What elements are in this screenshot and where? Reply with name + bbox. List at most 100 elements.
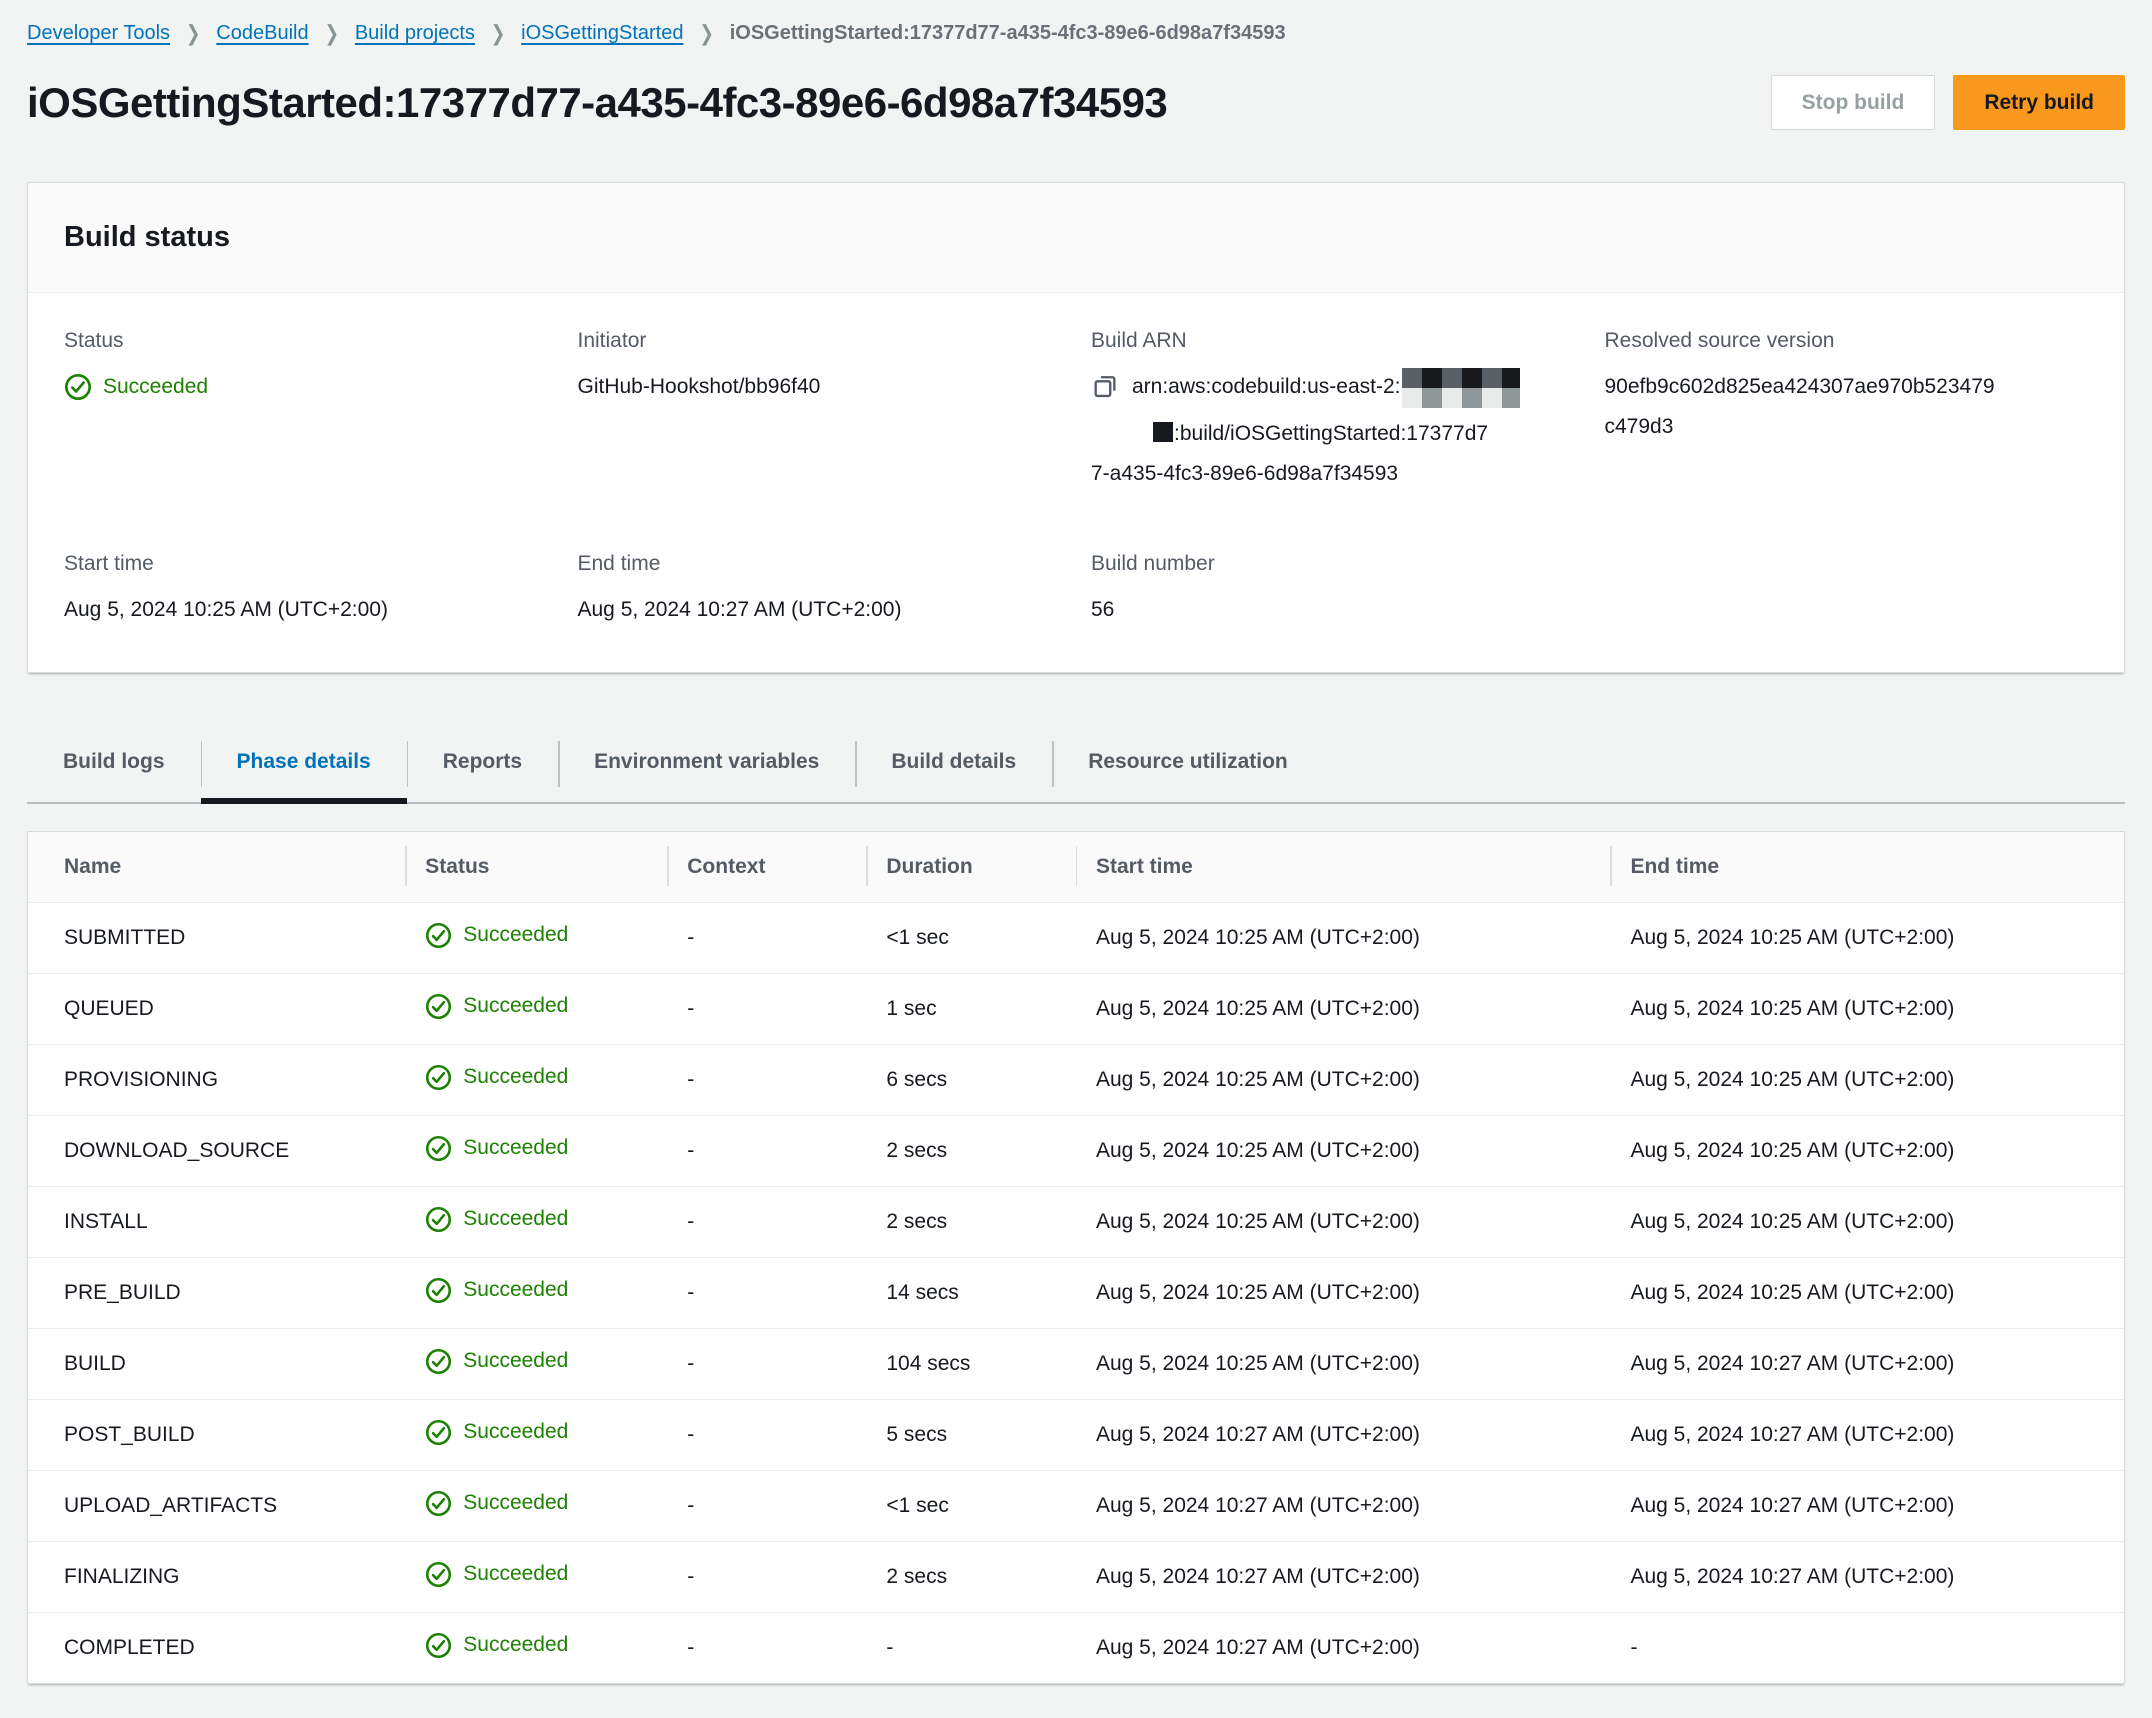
phase-start-time: Aug 5, 2024 10:25 AM (UTC+2:00) (1076, 1187, 1610, 1258)
table-row: BUILD Succeeded - 104 secs Aug 5, 2024 1… (28, 1329, 2124, 1400)
header-actions: Stop build Retry build (1771, 75, 2125, 130)
phase-end-time: Aug 5, 2024 10:25 AM (UTC+2:00) (1610, 1116, 2124, 1187)
phase-status: Succeeded (425, 1419, 568, 1446)
phase-status: Succeeded (425, 1632, 568, 1659)
resolved-source-version-value: 90efb9c602d825ea424307ae970b523479c479d3 (1605, 367, 2000, 447)
table-row: FINALIZING Succeeded - 2 secs Aug 5, 202… (28, 1542, 2124, 1613)
page-header: iOSGettingStarted:17377d77-a435-4fc3-89e… (27, 75, 2125, 130)
phase-status: Succeeded (425, 1064, 568, 1091)
tab-environment-variables[interactable]: Environment variables (558, 741, 855, 802)
phase-status: Succeeded (425, 922, 568, 949)
phase-context: - (667, 1045, 866, 1116)
tab-build-logs[interactable]: Build logs (27, 741, 201, 802)
phase-start-time: Aug 5, 2024 10:25 AM (UTC+2:00) (1076, 1329, 1610, 1400)
phase-context: - (667, 1542, 866, 1613)
check-circle-icon (425, 1277, 452, 1304)
chevron-right-icon: ❯ (186, 21, 200, 46)
breadcrumb-link-codebuild[interactable]: CodeBuild (216, 22, 308, 45)
field-status-label: Status (64, 329, 548, 353)
field-build-number: Build number 56 (1091, 552, 1575, 630)
phase-start-time: Aug 5, 2024 10:27 AM (UTC+2:00) (1076, 1613, 1610, 1684)
check-circle-icon (425, 1419, 452, 1446)
phase-duration: 2 secs (866, 1116, 1076, 1187)
check-circle-icon (64, 373, 92, 401)
phase-context: - (667, 1471, 866, 1542)
field-start-time-label: Start time (64, 552, 548, 576)
field-initiator-label: Initiator (578, 329, 1062, 353)
page-title: iOSGettingStarted:17377d77-a435-4fc3-89e… (27, 79, 1167, 127)
check-circle-icon (425, 1561, 452, 1588)
check-circle-icon (425, 1135, 452, 1162)
phase-end-time: - (1610, 1613, 2124, 1684)
phase-status: Succeeded (425, 1490, 568, 1517)
copy-icon[interactable] (1091, 372, 1119, 414)
stop-build-button[interactable]: Stop build (1771, 75, 1936, 130)
phase-start-time: Aug 5, 2024 10:25 AM (UTC+2:00) (1076, 974, 1610, 1045)
table-row: PRE_BUILD Succeeded - 14 secs Aug 5, 202… (28, 1258, 2124, 1329)
table-row: POST_BUILD Succeeded - 5 secs Aug 5, 202… (28, 1400, 2124, 1471)
phase-duration: 104 secs (866, 1329, 1076, 1400)
breadcrumb-link-project[interactable]: iOSGettingStarted (521, 22, 683, 45)
end-time-value: Aug 5, 2024 10:27 AM (UTC+2:00) (578, 590, 1062, 630)
phase-status: Succeeded (425, 1277, 568, 1304)
phase-name: QUEUED (28, 974, 405, 1045)
phase-duration: 2 secs (866, 1542, 1076, 1613)
phase-end-time: Aug 5, 2024 10:27 AM (UTC+2:00) (1610, 1471, 2124, 1542)
tab-resource-utilization[interactable]: Resource utilization (1052, 741, 1324, 802)
tab-reports[interactable]: Reports (407, 741, 558, 802)
phase-duration: 2 secs (866, 1187, 1076, 1258)
breadcrumb-link-developer-tools[interactable]: Developer Tools (27, 22, 170, 45)
detail-tabs: Build logs Phase details Reports Environ… (27, 741, 2125, 804)
phase-start-time: Aug 5, 2024 10:27 AM (UTC+2:00) (1076, 1542, 1610, 1613)
build-status-panel: Build status Status Succeeded Initiator … (27, 182, 2125, 673)
column-header-context: Context (667, 832, 866, 903)
phase-name: FINALIZING (28, 1542, 405, 1613)
tab-phase-details[interactable]: Phase details (201, 741, 407, 802)
build-status-panel-title: Build status (28, 183, 2124, 293)
column-header-end-time: End time (1610, 832, 2124, 903)
phase-end-time: Aug 5, 2024 10:25 AM (UTC+2:00) (1610, 1045, 2124, 1116)
table-row: PROVISIONING Succeeded - 6 secs Aug 5, 2… (28, 1045, 2124, 1116)
field-initiator: Initiator GitHub-Hookshot/bb96f40 (578, 329, 1062, 494)
phase-name: DOWNLOAD_SOURCE (28, 1116, 405, 1187)
phase-duration: 6 secs (866, 1045, 1076, 1116)
table-row: COMPLETED Succeeded - - Aug 5, 2024 10:2… (28, 1613, 2124, 1684)
check-circle-icon (425, 1632, 452, 1659)
retry-build-button[interactable]: Retry build (1953, 75, 2125, 130)
phase-start-time: Aug 5, 2024 10:25 AM (UTC+2:00) (1076, 1045, 1610, 1116)
table-row: DOWNLOAD_SOURCE Succeeded - 2 secs Aug 5… (28, 1116, 2124, 1187)
phase-duration: 14 secs (866, 1258, 1076, 1329)
phase-duration: <1 sec (866, 903, 1076, 974)
phase-start-time: Aug 5, 2024 10:25 AM (UTC+2:00) (1076, 1258, 1610, 1329)
table-row: QUEUED Succeeded - 1 sec Aug 5, 2024 10:… (28, 974, 2124, 1045)
column-header-name: Name (28, 832, 405, 903)
phase-name: UPLOAD_ARTIFACTS (28, 1471, 405, 1542)
column-header-duration: Duration (866, 832, 1076, 903)
phase-status: Succeeded (425, 1135, 568, 1162)
table-header-row: Name Status Context Duration Start time … (28, 832, 2124, 903)
status-text: Succeeded (103, 367, 208, 407)
check-circle-icon (425, 993, 452, 1020)
chevron-right-icon: ❯ (491, 21, 505, 46)
breadcrumb-link-build-projects[interactable]: Build projects (355, 22, 475, 45)
field-build-number-label: Build number (1091, 552, 1575, 576)
phase-name: POST_BUILD (28, 1400, 405, 1471)
phase-end-time: Aug 5, 2024 10:25 AM (UTC+2:00) (1610, 974, 2124, 1045)
table-row: SUBMITTED Succeeded - <1 sec Aug 5, 2024… (28, 903, 2124, 974)
phase-name: COMPLETED (28, 1613, 405, 1684)
build-arn-value: arn:aws:codebuild:us-east-2: :build/iOSG… (1091, 367, 1575, 494)
field-status: Status Succeeded (64, 329, 548, 494)
tab-build-details[interactable]: Build details (855, 741, 1052, 802)
phase-context: - (667, 1187, 866, 1258)
chevron-right-icon: ❯ (325, 21, 339, 46)
phase-status: Succeeded (425, 1561, 568, 1588)
phase-name: SUBMITTED (28, 903, 405, 974)
arn-segment-3: 7-a435-4fc3-89e6-6d98a7f34593 (1091, 462, 1398, 485)
breadcrumb-current: iOSGettingStarted:17377d77-a435-4fc3-89e… (730, 22, 1286, 45)
field-end-time: End time Aug 5, 2024 10:27 AM (UTC+2:00) (578, 552, 1062, 630)
phase-end-time: Aug 5, 2024 10:25 AM (UTC+2:00) (1610, 903, 2124, 974)
phase-name: PRE_BUILD (28, 1258, 405, 1329)
initiator-value: GitHub-Hookshot/bb96f40 (578, 367, 1062, 407)
codebuild-build-page: Developer Tools ❯ CodeBuild ❯ Build proj… (0, 0, 2152, 1714)
chevron-right-icon: ❯ (699, 21, 713, 46)
